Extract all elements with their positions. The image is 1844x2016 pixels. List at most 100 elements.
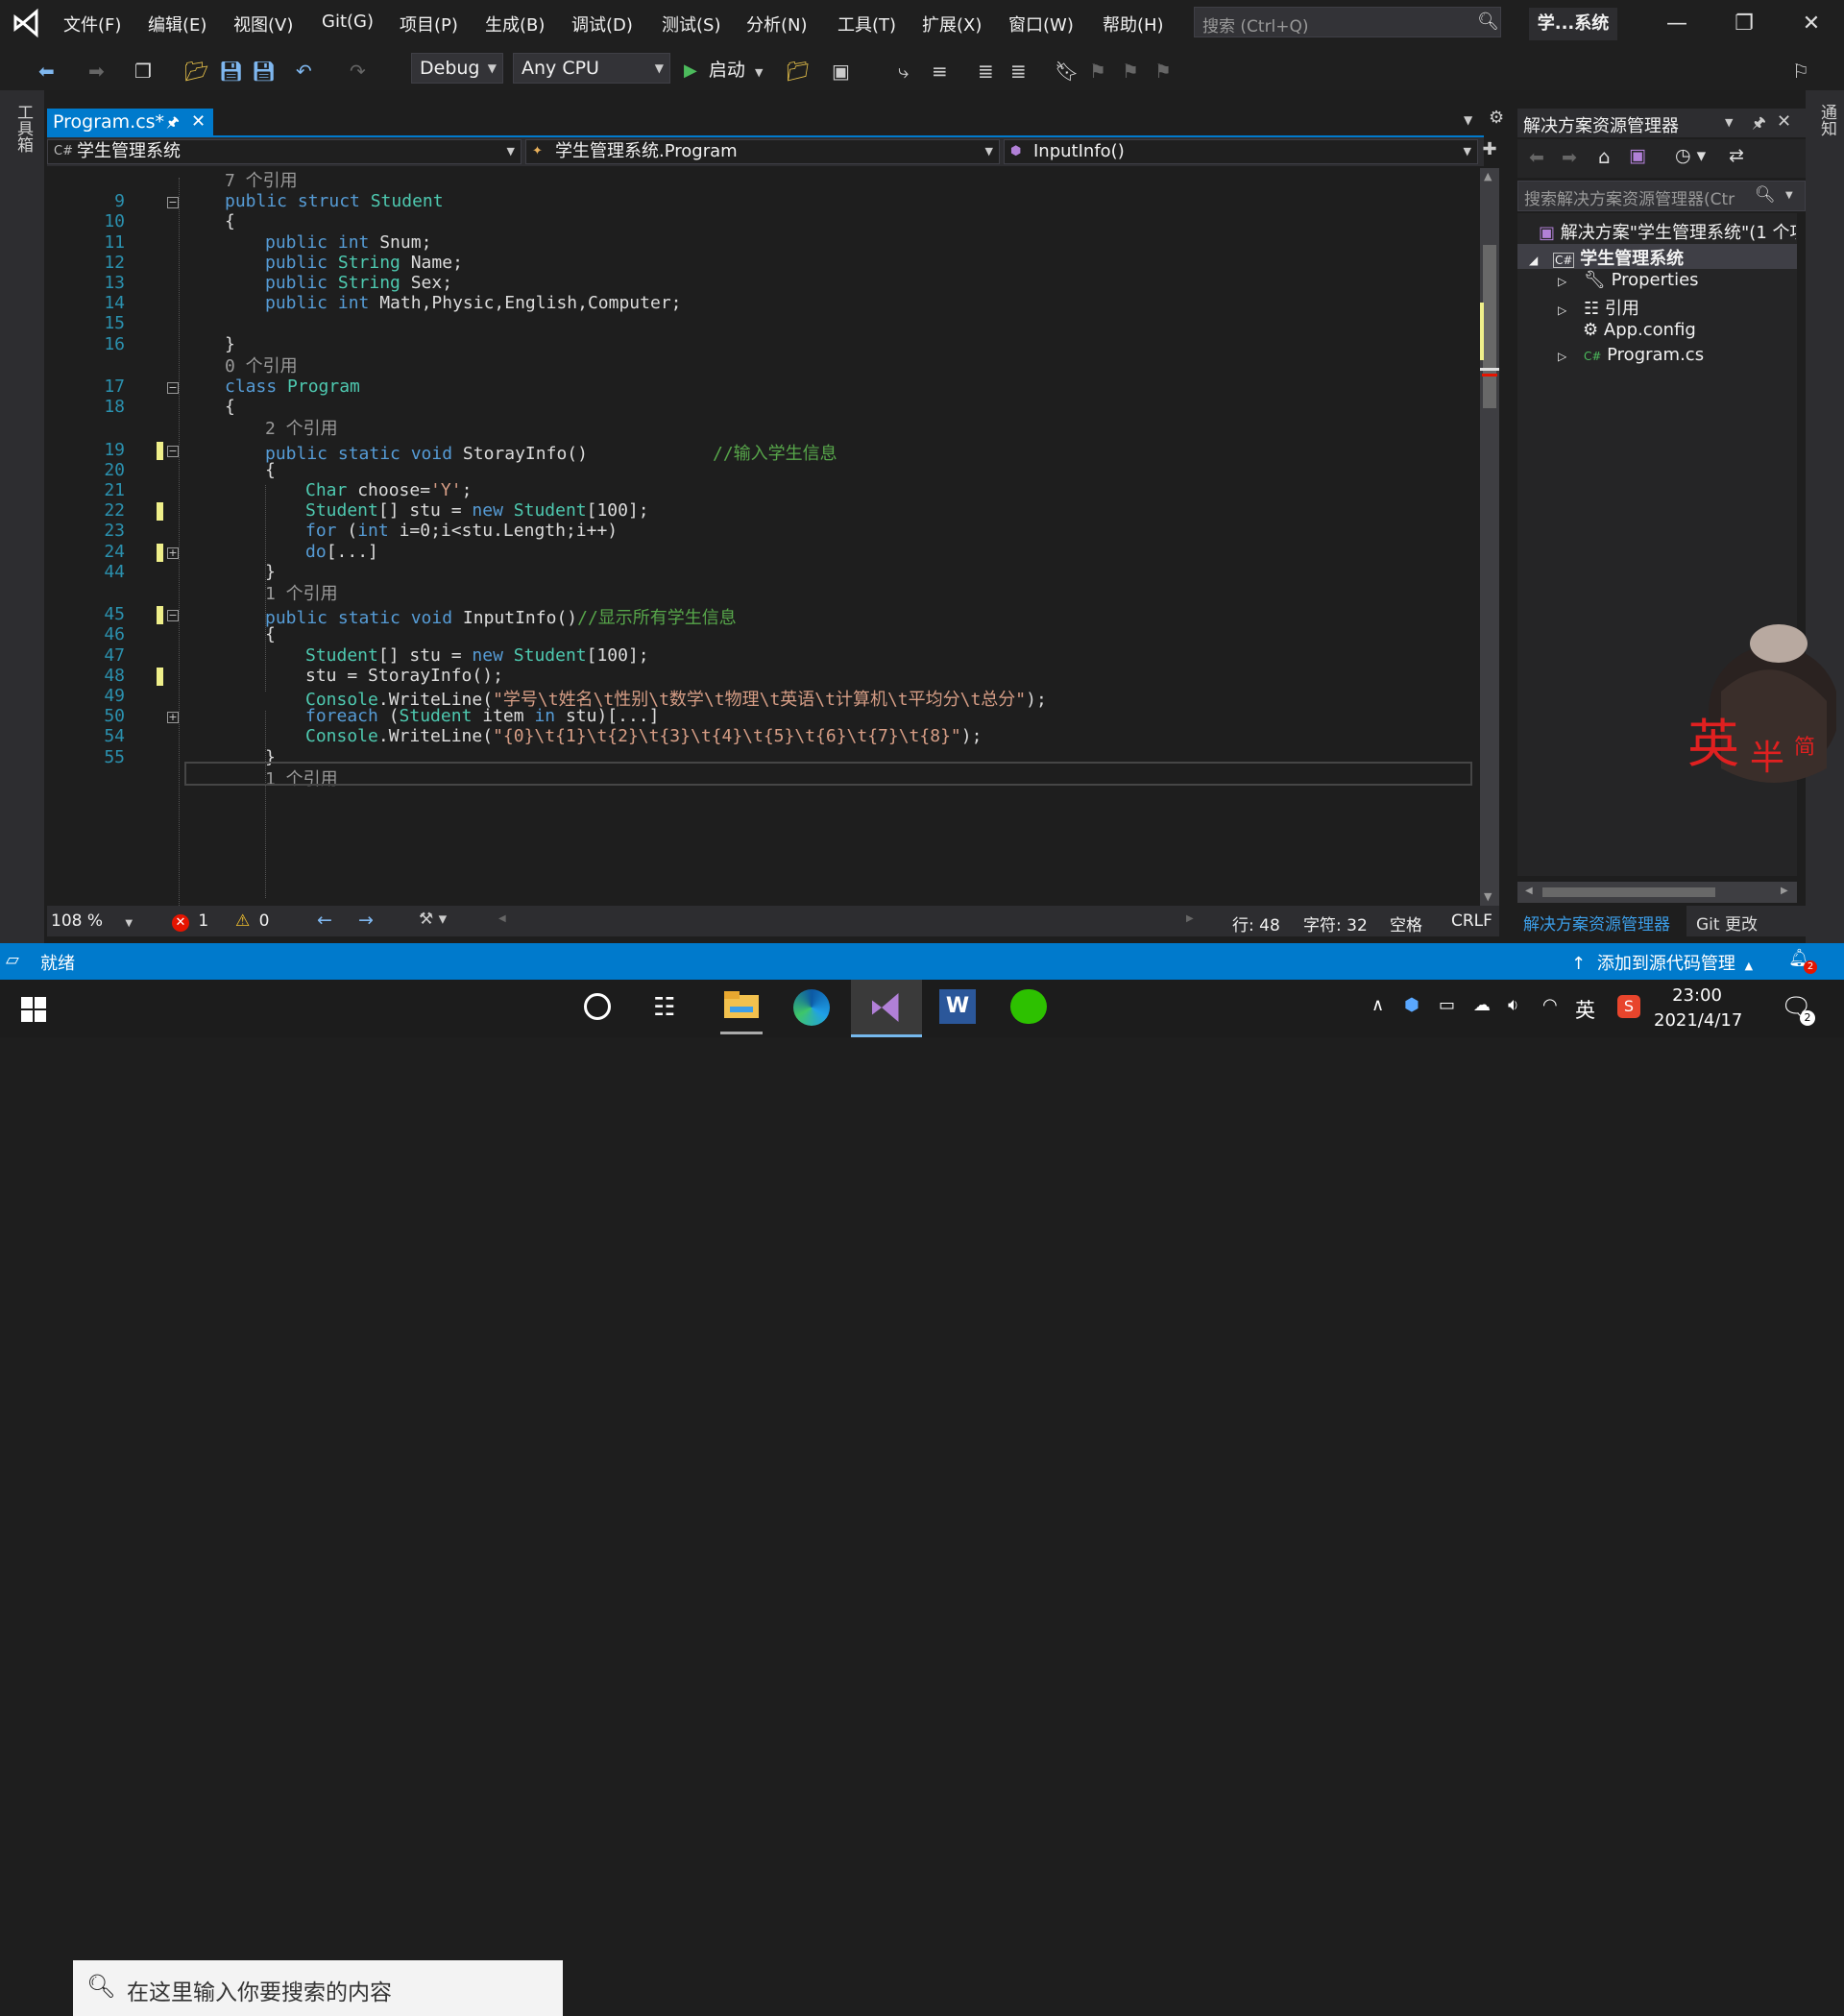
codelens-reference-count[interactable]: 7 个引用 [225,167,298,192]
tray-battery-icon[interactable]: ▭ [1439,995,1455,1015]
gear-icon[interactable]: ⚙ [1489,108,1504,128]
zoom-select[interactable]: 108 % ▼ [51,911,133,931]
member-select[interactable]: ⬢ InputInfo() ▼ [1004,139,1478,164]
code-editor[interactable] [47,168,1477,906]
file-explorer-icon[interactable] [720,985,763,1034]
outdent-icon[interactable]: ≣ [1010,60,1027,83]
restore-icon[interactable]: ❐ [1725,12,1763,36]
menu-item[interactable]: 测试(S) [662,12,720,36]
tray-ime-language[interactable]: 英 [1575,995,1595,1024]
tray-sogou-icon[interactable]: S [1617,995,1640,1018]
word-icon[interactable]: W [939,989,976,1024]
open-file-icon[interactable]: 📂︎ [184,60,208,83]
collapsed-arrow-icon[interactable]: ▷ [1558,275,1566,288]
visual-studio-logo-icon[interactable] [12,8,42,38]
expand-arrow-icon[interactable]: ◢ [1529,254,1538,267]
search-icon[interactable]: 🔍︎ [1477,12,1499,32]
tray-onedrive-icon[interactable]: ☁ [1473,995,1491,1015]
undo-icon[interactable]: ↶ [296,60,312,83]
indent-icon[interactable]: ≣ [978,60,994,83]
new-project-icon[interactable]: ❐ [134,60,152,83]
scroll-thumb[interactable] [1483,245,1496,408]
toolbox-tab[interactable]: 工具箱 [12,104,36,153]
browser-link-icon[interactable]: ▣ [832,60,850,83]
line-indicator[interactable]: 行: 48 [1232,911,1280,935]
eol-indicator[interactable]: CRLF [1451,911,1492,931]
collapse-icon[interactable]: − [167,445,179,457]
menu-item[interactable]: 调试(D) [571,12,633,36]
visual-studio-taskbar-icon[interactable] [851,980,922,1037]
menu-item[interactable]: 分析(N) [746,12,808,36]
chevron-down-icon[interactable]: ▼ [1725,116,1733,129]
chevron-down-icon[interactable]: ▼ [1785,190,1793,201]
ime-floating-widget[interactable]: 英 半 简 [1683,615,1839,797]
split-window-icon[interactable]: ✚ [1480,139,1499,164]
expand-icon[interactable]: + [167,712,179,724]
notifications-tab[interactable]: 通知 [1815,104,1839,136]
wechat-icon[interactable] [1010,989,1047,1024]
menu-item[interactable]: 编辑(E) [148,12,206,36]
redo-icon[interactable]: ↷ [350,60,366,83]
windows-start-icon[interactable] [21,997,46,1026]
collapsed-arrow-icon[interactable]: ▷ [1558,350,1566,363]
codelens-reference-count[interactable]: 0 个引用 [225,352,298,377]
search-input[interactable]: 搜索 (Ctrl+Q) 🔍︎ [1194,7,1501,37]
menu-item[interactable]: 文件(F) [63,12,121,36]
char-indicator[interactable]: 字符: 32 [1303,911,1368,935]
switch-views-icon[interactable]: ▣ [1629,145,1646,166]
scroll-left-icon[interactable]: ◀ [1525,886,1533,896]
close-icon[interactable]: ✕ [191,111,206,132]
cleanup-icon[interactable]: ⚒ ▾ [419,910,447,929]
menu-item[interactable]: 工具(T) [837,12,896,36]
step-over-icon[interactable]: ≡ [932,60,948,83]
menu-item[interactable]: 扩展(X) [922,12,982,36]
clear-bookmarks-icon[interactable]: ⚑ [1154,60,1172,83]
tree-item-program-cs[interactable]: ▷ C# Program.cs [1558,345,1704,365]
codelens-reference-count[interactable]: 1 个引用 [265,580,338,605]
error-count[interactable]: ✕ 1 [172,911,208,932]
menu-item[interactable]: 生成(B) [485,12,545,36]
close-icon[interactable]: ✕ [1777,111,1791,132]
menu-item[interactable]: 项目(P) [400,12,458,36]
solution-search-input[interactable]: 搜索解决方案资源管理器(Ctr 🔍︎ ▼ [1517,181,1806,211]
folder-search-icon[interactable]: 📁︎ [786,60,810,83]
tree-item-references[interactable]: ▷ ☷ 引用 [1558,295,1639,320]
next-issue-icon[interactable]: → [358,910,374,931]
solution-name-badge[interactable]: 学...系统 [1529,8,1617,40]
step-into-icon[interactable]: ⤷ [898,60,909,83]
start-button[interactable]: ▶ 启动 ▼ [684,56,763,83]
platform-select[interactable]: Any CPU ▼ [513,53,670,84]
collapse-icon[interactable]: − [167,197,179,209]
menu-item[interactable]: 视图(V) [233,12,293,36]
tree-item-properties[interactable]: ▷ 🔧︎ Properties [1558,270,1699,290]
solution-node[interactable]: ▣ 解决方案"学生管理系统"(1 个项 [1539,219,1796,244]
next-bookmark-icon[interactable]: ⚑ [1122,60,1139,83]
collapsed-arrow-icon[interactable]: ▷ [1558,304,1566,317]
home-icon[interactable]: ⌂ [1598,145,1611,168]
prev-issue-icon[interactable]: ← [317,910,332,931]
taskbar-search-input[interactable]: 🔍︎ 在这里输入你要搜索的内容 [73,1960,563,2016]
scroll-thumb[interactable] [1542,887,1715,897]
tray-expand-icon[interactable]: ∧ [1371,995,1384,1015]
tab-program-cs[interactable]: Program.cs* 🖈︎ ✕ [47,109,213,137]
task-view-icon[interactable]: ☷ [653,993,675,1022]
search-icon[interactable]: 🔍︎ [1755,185,1776,205]
forward-icon[interactable]: ➡ [1562,147,1577,168]
project-node[interactable]: ◢ C# 学生管理系统 [1529,245,1684,270]
scroll-down-icon[interactable]: ▼ [1484,890,1492,903]
expand-icon[interactable]: + [167,547,179,559]
editor-vertical-scrollbar[interactable]: ▲ ▼ [1480,168,1499,906]
bookmark-icon[interactable]: 🔖︎ [1055,60,1079,83]
tray-bluetooth-icon[interactable]: ⬢ [1404,995,1419,1015]
pending-changes-icon[interactable]: ◷ ▾ [1675,145,1706,166]
scroll-left-icon[interactable]: ◀ [498,913,506,924]
tree-item-app-config[interactable]: ⚙ App.config [1558,320,1696,340]
collapse-icon[interactable]: − [167,610,179,622]
add-to-source-control-button[interactable]: ↑ 添加到源代码管理 ▲ [1571,950,1753,975]
scroll-right-icon[interactable]: ▶ [1781,886,1788,896]
project-select[interactable]: C# 学生管理系统 ▼ [47,139,522,164]
scroll-up-icon[interactable]: ▲ [1484,170,1492,182]
back-icon[interactable]: ⬅ [38,60,55,83]
scroll-right-icon[interactable]: ▶ [1186,913,1194,924]
config-select[interactable]: Debug ▼ [411,53,503,84]
